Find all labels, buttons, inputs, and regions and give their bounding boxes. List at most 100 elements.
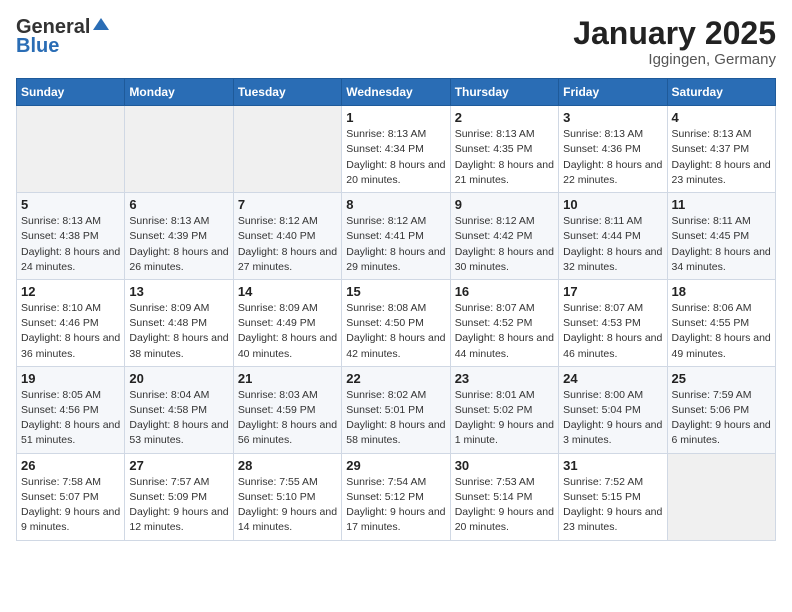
calendar-header-row: Sunday Monday Tuesday Wednesday Thursday…: [17, 79, 776, 106]
calendar-cell: 20 Sunrise: 8:04 AMSunset: 4:58 PMDayligh…: [125, 366, 233, 453]
calendar-cell: 7 Sunrise: 8:12 AMSunset: 4:40 PMDaylight…: [233, 193, 341, 280]
calendar-cell: [125, 106, 233, 193]
day-info: Sunrise: 8:01 AMSunset: 5:02 PMDaylight:…: [455, 389, 554, 447]
day-number: 7: [238, 197, 337, 212]
calendar-cell: 8 Sunrise: 8:12 AMSunset: 4:41 PMDaylight…: [342, 193, 450, 280]
calendar-cell: 12Sunrise: 8:10 AMSunset: 4:46 PMDayligh…: [17, 279, 125, 366]
day-info: Sunrise: 8:06 AMSunset: 4:55 PMDaylight:…: [672, 302, 771, 360]
calendar-cell: 30Sunrise: 7:53 AMSunset: 5:14 PMDayligh…: [450, 453, 558, 540]
day-info: Sunrise: 7:52 AMSunset: 5:15 PMDaylight:…: [563, 476, 662, 534]
calendar-cell: [233, 106, 341, 193]
calendar-cell: 21 Sunrise: 8:03 AMSunset: 4:59 PMDayligh…: [233, 366, 341, 453]
day-info: Sunrise: 8:00 AMSunset: 5:04 PMDaylight:…: [563, 389, 662, 447]
calendar-week-row: 26 Sunrise: 7:58 AMSunset: 5:07 PMDayligh…: [17, 453, 776, 540]
day-info: Sunrise: 8:09 AMSunset: 4:48 PMDaylight:…: [129, 302, 228, 360]
calendar-cell: 31 Sunrise: 7:52 AMSunset: 5:15 PMDayligh…: [559, 453, 667, 540]
day-number: 28: [238, 458, 337, 473]
day-number: 18: [672, 284, 771, 299]
calendar-cell: 9 Sunrise: 8:12 AMSunset: 4:42 PMDaylight…: [450, 193, 558, 280]
calendar-cell: 27 Sunrise: 7:57 AMSunset: 5:09 PMDayligh…: [125, 453, 233, 540]
day-number: 17: [563, 284, 662, 299]
day-info: Sunrise: 8:07 AMSunset: 4:52 PMDaylight:…: [455, 302, 554, 360]
day-number: 13: [129, 284, 228, 299]
day-info: Sunrise: 8:12 AMSunset: 4:40 PMDaylight:…: [238, 215, 337, 273]
day-info: Sunrise: 8:03 AMSunset: 4:59 PMDaylight:…: [238, 389, 337, 447]
calendar-cell: 18 Sunrise: 8:06 AMSunset: 4:55 PMDayligh…: [667, 279, 775, 366]
day-info: Sunrise: 8:04 AMSunset: 4:58 PMDaylight:…: [129, 389, 228, 447]
day-info: Sunrise: 7:59 AMSunset: 5:06 PMDaylight:…: [672, 389, 771, 447]
day-number: 2: [455, 110, 554, 125]
day-info: Sunrise: 8:12 AMSunset: 4:41 PMDaylight:…: [346, 215, 445, 273]
calendar-cell: 16 Sunrise: 8:07 AMSunset: 4:52 PMDayligh…: [450, 279, 558, 366]
day-info: Sunrise: 8:12 AMSunset: 4:42 PMDaylight:…: [455, 215, 554, 273]
calendar-cell: 10Sunrise: 8:11 AMSunset: 4:44 PMDayligh…: [559, 193, 667, 280]
day-number: 3: [563, 110, 662, 125]
header-friday: Friday: [559, 79, 667, 106]
day-info: Sunrise: 8:05 AMSunset: 4:56 PMDaylight:…: [21, 389, 120, 447]
day-number: 11: [672, 197, 771, 212]
calendar-cell: 24 Sunrise: 8:00 AMSunset: 5:04 PMDayligh…: [559, 366, 667, 453]
calendar-cell: 3 Sunrise: 8:13 AMSunset: 4:36 PMDaylight…: [559, 106, 667, 193]
calendar-table: Sunday Monday Tuesday Wednesday Thursday…: [16, 78, 776, 540]
calendar-cell: 4Sunrise: 8:13 AMSunset: 4:37 PMDaylight…: [667, 106, 775, 193]
calendar-cell: 14 Sunrise: 8:09 AMSunset: 4:49 PMDayligh…: [233, 279, 341, 366]
calendar-cell: 11 Sunrise: 8:11 AMSunset: 4:45 PMDayligh…: [667, 193, 775, 280]
calendar-cell: 6 Sunrise: 8:13 AMSunset: 4:39 PMDaylight…: [125, 193, 233, 280]
day-number: 25: [672, 371, 771, 386]
day-number: 27: [129, 458, 228, 473]
day-number: 22: [346, 371, 445, 386]
title-block: January 2025 Iggingen, Germany: [573, 16, 776, 68]
day-number: 26: [21, 458, 120, 473]
calendar-cell: 26 Sunrise: 7:58 AMSunset: 5:07 PMDayligh…: [17, 453, 125, 540]
calendar-week-row: 1Sunrise: 8:13 AMSunset: 4:34 PMDaylight…: [17, 106, 776, 193]
page-header: General Blue January 2025 Iggingen, Germ…: [16, 16, 776, 68]
day-info: Sunrise: 8:11 AMSunset: 4:45 PMDaylight:…: [672, 215, 771, 273]
day-number: 20: [129, 371, 228, 386]
day-info: Sunrise: 7:55 AMSunset: 5:10 PMDaylight:…: [238, 476, 337, 534]
day-info: Sunrise: 8:13 AMSunset: 4:36 PMDaylight:…: [563, 128, 662, 186]
day-info: Sunrise: 8:13 AMSunset: 4:38 PMDaylight:…: [21, 215, 120, 273]
calendar-title: January 2025: [573, 16, 776, 51]
header-wednesday: Wednesday: [342, 79, 450, 106]
day-number: 31: [563, 458, 662, 473]
calendar-subtitle: Iggingen, Germany: [573, 51, 776, 68]
day-info: Sunrise: 8:09 AMSunset: 4:49 PMDaylight:…: [238, 302, 337, 360]
day-info: Sunrise: 7:57 AMSunset: 5:09 PMDaylight:…: [129, 476, 228, 534]
day-info: Sunrise: 8:08 AMSunset: 4:50 PMDaylight:…: [346, 302, 445, 360]
calendar-cell: 1Sunrise: 8:13 AMSunset: 4:34 PMDaylight…: [342, 106, 450, 193]
day-number: 16: [455, 284, 554, 299]
header-sunday: Sunday: [17, 79, 125, 106]
calendar-cell: 23 Sunrise: 8:01 AMSunset: 5:02 PMDayligh…: [450, 366, 558, 453]
calendar-week-row: 12Sunrise: 8:10 AMSunset: 4:46 PMDayligh…: [17, 279, 776, 366]
header-tuesday: Tuesday: [233, 79, 341, 106]
day-number: 29: [346, 458, 445, 473]
header-thursday: Thursday: [450, 79, 558, 106]
calendar-cell: 19 Sunrise: 8:05 AMSunset: 4:56 PMDayligh…: [17, 366, 125, 453]
calendar-cell: 13 Sunrise: 8:09 AMSunset: 4:48 PMDayligh…: [125, 279, 233, 366]
day-number: 8: [346, 197, 445, 212]
day-info: Sunrise: 7:58 AMSunset: 5:07 PMDaylight:…: [21, 476, 120, 534]
calendar-cell: 2Sunrise: 8:13 AMSunset: 4:35 PMDaylight…: [450, 106, 558, 193]
day-info: Sunrise: 8:02 AMSunset: 5:01 PMDaylight:…: [346, 389, 445, 447]
day-number: 10: [563, 197, 662, 212]
calendar-cell: 22 Sunrise: 8:02 AMSunset: 5:01 PMDayligh…: [342, 366, 450, 453]
day-number: 21: [238, 371, 337, 386]
day-info: Sunrise: 8:13 AMSunset: 4:39 PMDaylight:…: [129, 215, 228, 273]
day-info: Sunrise: 8:13 AMSunset: 4:34 PMDaylight:…: [346, 128, 445, 186]
day-info: Sunrise: 7:54 AMSunset: 5:12 PMDaylight:…: [346, 476, 445, 534]
calendar-cell: 15Sunrise: 8:08 AMSunset: 4:50 PMDayligh…: [342, 279, 450, 366]
calendar-cell: [667, 453, 775, 540]
day-number: 19: [21, 371, 120, 386]
day-number: 24: [563, 371, 662, 386]
calendar-cell: 5Sunrise: 8:13 AMSunset: 4:38 PMDaylight…: [17, 193, 125, 280]
day-number: 6: [129, 197, 228, 212]
calendar-cell: [17, 106, 125, 193]
calendar-cell: 25 Sunrise: 7:59 AMSunset: 5:06 PMDayligh…: [667, 366, 775, 453]
calendar-cell: 28 Sunrise: 7:55 AMSunset: 5:10 PMDayligh…: [233, 453, 341, 540]
day-number: 14: [238, 284, 337, 299]
calendar-cell: 17Sunrise: 8:07 AMSunset: 4:53 PMDayligh…: [559, 279, 667, 366]
logo-icon: [91, 16, 111, 36]
day-number: 9: [455, 197, 554, 212]
day-number: 30: [455, 458, 554, 473]
day-number: 23: [455, 371, 554, 386]
